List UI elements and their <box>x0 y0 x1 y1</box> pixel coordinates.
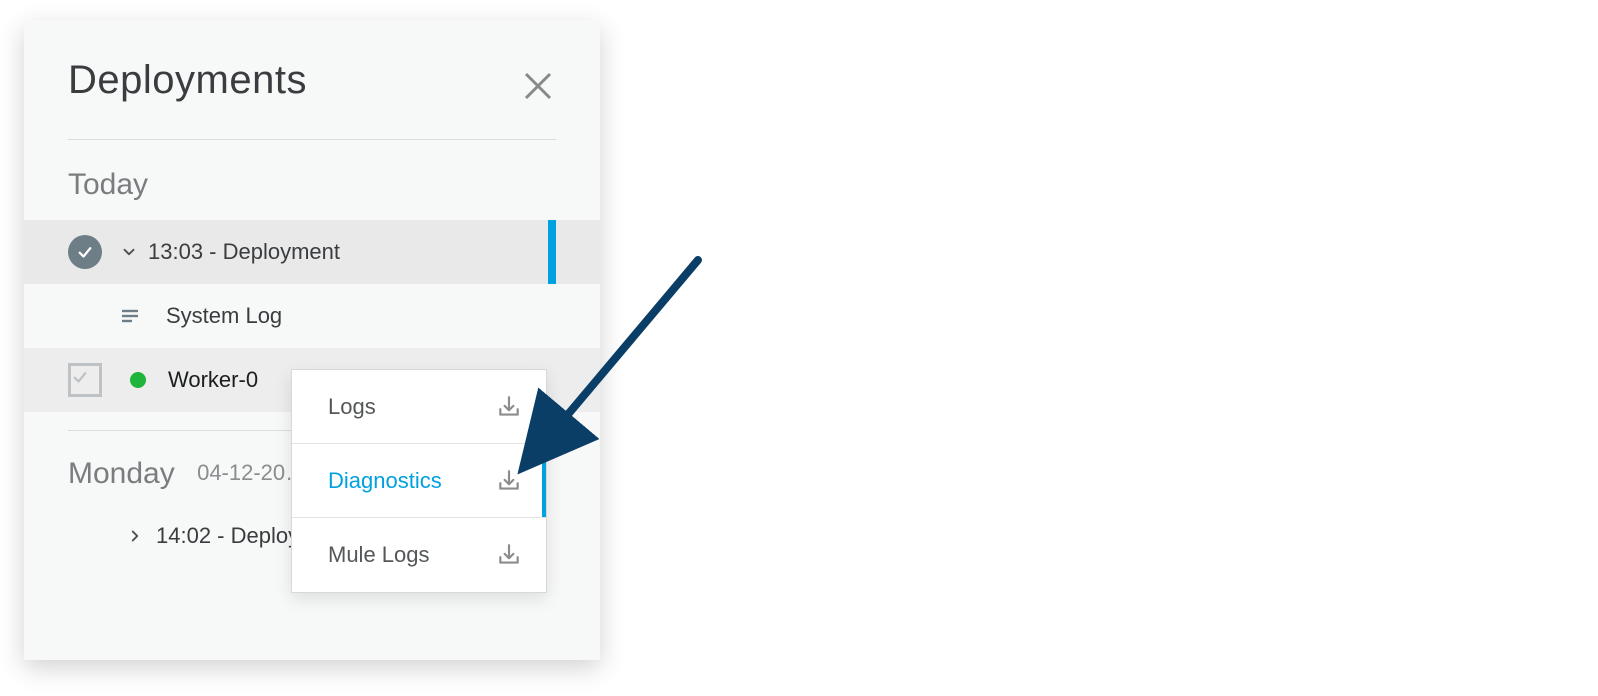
close-button[interactable] <box>520 68 556 104</box>
menu-item-logs[interactable]: Logs <box>292 370 546 444</box>
menu-item-label: Diagnostics <box>328 468 442 494</box>
log-lines-icon <box>118 304 148 328</box>
section-label-today: Today <box>68 168 556 202</box>
close-icon <box>520 68 556 104</box>
chevron-right-icon <box>126 527 144 545</box>
deployment-row-today[interactable]: 13:03 - Deployment <box>24 220 600 284</box>
menu-item-label: Mule Logs <box>328 542 430 568</box>
status-pending-icon <box>68 363 102 397</box>
panel-title: Deployments <box>68 58 556 103</box>
deployment-title: 13:03 - Deployment <box>148 239 340 265</box>
worker-label: Worker-0 <box>168 367 258 393</box>
menu-item-diagnostics[interactable]: Diagnostics <box>292 444 546 518</box>
section-day: Monday <box>68 457 175 490</box>
menu-item-mule-logs[interactable]: Mule Logs <box>292 518 546 592</box>
system-log-row[interactable]: System Log <box>24 284 600 348</box>
status-success-icon <box>68 235 102 269</box>
download-menu: Logs Diagnostics Mule Logs <box>291 369 547 593</box>
download-icon <box>496 542 522 568</box>
download-icon <box>496 394 522 420</box>
divider <box>68 139 556 140</box>
chevron-down-icon <box>120 243 138 261</box>
system-log-label: System Log <box>166 303 282 329</box>
status-dot-icon <box>130 372 146 388</box>
menu-item-label: Logs <box>328 394 376 420</box>
download-icon <box>496 468 522 494</box>
